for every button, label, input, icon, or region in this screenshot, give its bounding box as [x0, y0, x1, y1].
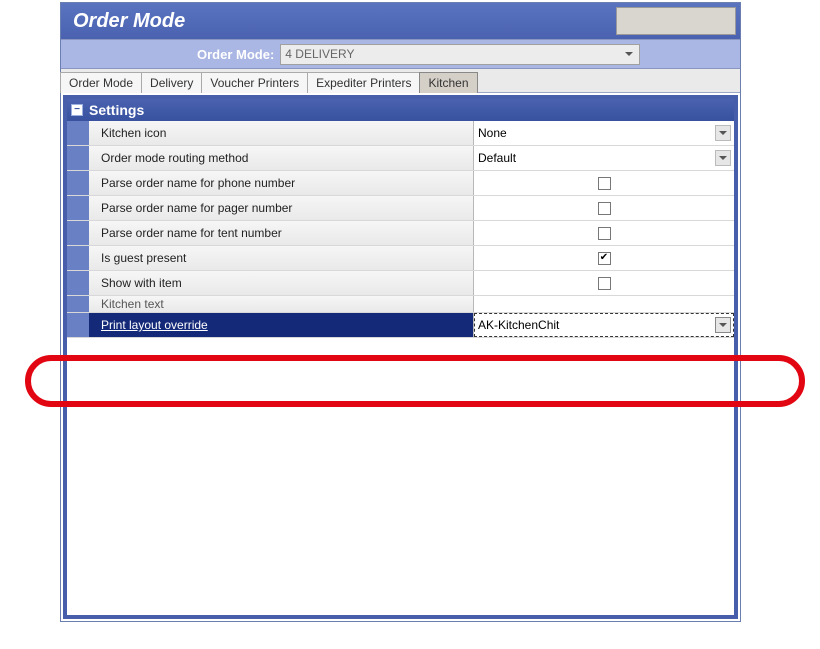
checkbox-show-with-item[interactable]: [598, 277, 611, 290]
row-is-guest-present: Is guest present ✔: [67, 246, 734, 271]
order-mode-selector-row: Order Mode: 4 DELIVERY: [61, 39, 740, 69]
routing-method-value: Default: [478, 151, 516, 165]
label-print-layout-override: Print layout override: [89, 313, 474, 337]
label-kitchen-icon: Kitchen icon: [89, 121, 474, 145]
label-routing-method: Order mode routing method: [89, 146, 474, 170]
row-gutter: [67, 171, 89, 195]
row-kitchen-icon: Kitchen icon None: [67, 121, 734, 146]
titlebar: Order Mode: [61, 3, 740, 39]
value-kitchen-text[interactable]: [474, 296, 734, 312]
collapse-icon: −: [71, 104, 83, 116]
label-kitchen-text: Kitchen text: [89, 296, 474, 312]
checkbox-parse-pager[interactable]: [598, 202, 611, 215]
chevron-down-icon: [715, 317, 731, 333]
tab-kitchen[interactable]: Kitchen: [419, 72, 477, 93]
order-mode-select[interactable]: 4 DELIVERY: [280, 44, 640, 65]
tab-voucher-printers[interactable]: Voucher Printers: [201, 72, 308, 93]
row-kitchen-text: Kitchen text: [67, 296, 734, 313]
chevron-down-icon: [715, 125, 731, 141]
checkbox-parse-tent[interactable]: [598, 227, 611, 240]
row-print-layout-override: Print layout override AK-KitchenChit: [67, 313, 734, 338]
value-parse-pager[interactable]: [474, 196, 734, 220]
value-show-with-item[interactable]: [474, 271, 734, 295]
window-title: Order Mode: [73, 10, 185, 33]
value-print-layout-override[interactable]: AK-KitchenChit: [474, 313, 734, 337]
row-gutter: [67, 313, 89, 337]
row-parse-phone: Parse order name for phone number: [67, 171, 734, 196]
row-gutter: [67, 296, 89, 312]
row-gutter: [67, 246, 89, 270]
value-kitchen-icon[interactable]: None: [474, 121, 734, 145]
section-title: Settings: [89, 102, 144, 118]
value-parse-tent[interactable]: [474, 221, 734, 245]
row-gutter: [67, 196, 89, 220]
title-right-panel: [616, 7, 736, 35]
chevron-down-icon: [621, 47, 637, 62]
value-is-guest-present[interactable]: ✔: [474, 246, 734, 270]
row-show-with-item: Show with item: [67, 271, 734, 296]
order-mode-label: Order Mode:: [197, 47, 274, 62]
order-mode-window: Order Mode Order Mode: 4 DELIVERY Order …: [60, 2, 741, 622]
label-show-with-item: Show with item: [89, 271, 474, 295]
order-mode-value: 4 DELIVERY: [285, 47, 354, 61]
section-header-settings[interactable]: − Settings: [67, 99, 734, 121]
label-is-guest-present: Is guest present: [89, 246, 474, 270]
row-gutter: [67, 121, 89, 145]
checkbox-is-guest-present[interactable]: ✔: [598, 252, 611, 265]
tab-row: Order Mode Delivery Voucher Printers Exp…: [61, 69, 740, 93]
value-parse-phone[interactable]: [474, 171, 734, 195]
value-routing-method[interactable]: Default: [474, 146, 734, 170]
row-parse-pager: Parse order name for pager number: [67, 196, 734, 221]
label-parse-phone: Parse order name for phone number: [89, 171, 474, 195]
tab-order-mode[interactable]: Order Mode: [60, 72, 142, 93]
label-parse-tent: Parse order name for tent number: [89, 221, 474, 245]
checkbox-parse-phone[interactable]: [598, 177, 611, 190]
print-layout-override-value: AK-KitchenChit: [478, 318, 559, 332]
row-gutter: [67, 271, 89, 295]
row-parse-tent: Parse order name for tent number: [67, 221, 734, 246]
row-gutter: [67, 146, 89, 170]
tab-delivery[interactable]: Delivery: [141, 72, 202, 93]
chevron-down-icon: [715, 150, 731, 166]
row-routing-method: Order mode routing method Default: [67, 146, 734, 171]
empty-area: [67, 338, 734, 615]
label-parse-pager: Parse order name for pager number: [89, 196, 474, 220]
content-panel: − Settings Kitchen icon None Order mode …: [63, 95, 738, 619]
settings-grid: Kitchen icon None Order mode routing met…: [67, 121, 734, 338]
tab-expediter-printers[interactable]: Expediter Printers: [307, 72, 420, 93]
row-gutter: [67, 221, 89, 245]
kitchen-icon-value: None: [478, 126, 507, 140]
